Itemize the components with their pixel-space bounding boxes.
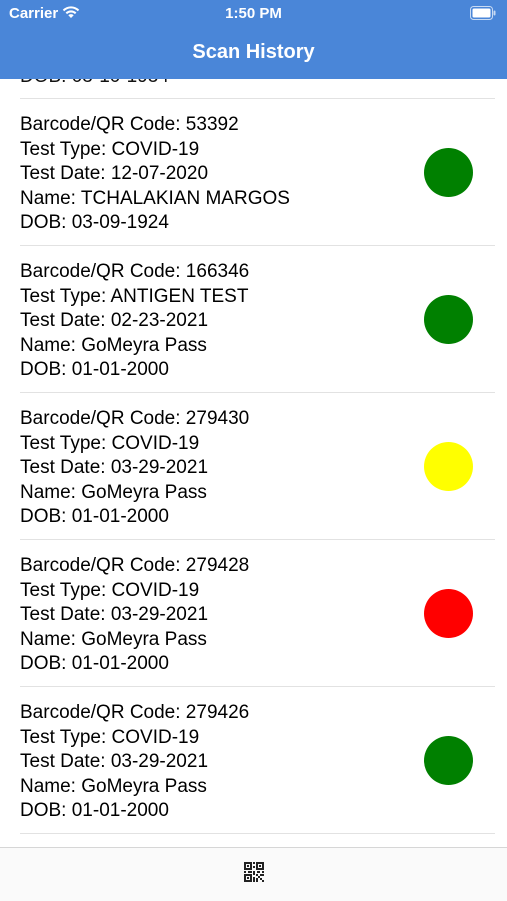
scan-record-row[interactable]: Barcode/QR Code: 166346 Test Type: ANTIG… bbox=[0, 246, 507, 393]
status-indicator-icon bbox=[424, 736, 473, 785]
name-text: Name: GoMeyra Pass bbox=[20, 481, 207, 503]
dob-text: DOB: 01-01-2000 bbox=[20, 359, 169, 380]
test-date-text: Test Date: 03-29-2021 bbox=[20, 751, 209, 772]
row-separator bbox=[20, 833, 495, 834]
scan-record-row[interactable]: Barcode/QR Code: 279426 Test Type: COVID… bbox=[0, 687, 507, 834]
test-type-text: Test Type: COVID-19 bbox=[20, 726, 200, 748]
scan-record-row[interactable]: Barcode/QR Code: 279430 Test Type: COVID… bbox=[0, 393, 507, 540]
page-title: Scan History bbox=[192, 41, 315, 63]
dob-text: DOB: 03-09-1924 bbox=[20, 212, 169, 233]
barcode-text: Barcode/QR Code: 279426 bbox=[20, 702, 250, 723]
test-type-text: Test Type: COVID-19 bbox=[20, 432, 200, 454]
status-indicator-icon bbox=[424, 589, 473, 638]
dob-text: DOB: 01-01-2000 bbox=[20, 506, 169, 527]
status-indicator-icon bbox=[424, 148, 473, 197]
dob-text: DOB: 01-01-2000 bbox=[20, 800, 169, 821]
scan-history-list[interactable]: DOB: 03-10-1934 Barcode/QR Code: 53392 T… bbox=[0, 79, 507, 847]
test-date-text: Test Date: 12-07-2020 bbox=[20, 163, 209, 184]
status-indicator-icon bbox=[424, 295, 473, 344]
test-date-text: Test Date: 03-29-2021 bbox=[20, 457, 209, 478]
barcode-text: Barcode/QR Code: 279430 bbox=[20, 408, 250, 429]
test-type-text: Test Type: COVID-19 bbox=[20, 138, 200, 160]
name-text: Name: GoMeyra Pass bbox=[20, 775, 207, 797]
status-bar: Carrier 1:50 PM bbox=[0, 0, 507, 30]
barcode-text: Barcode/QR Code: 279428 bbox=[20, 555, 250, 576]
barcode-text: Barcode/QR Code: 166346 bbox=[20, 261, 250, 282]
qr-code-icon[interactable] bbox=[244, 862, 264, 882]
barcode-text: Barcode/QR Code: 53392 bbox=[20, 114, 239, 135]
dob-text: DOB: 01-01-2000 bbox=[20, 653, 169, 674]
battery-icon bbox=[470, 6, 496, 20]
test-type-text: Test Type: ANTIGEN TEST bbox=[20, 285, 249, 307]
name-text: Name: GoMeyra Pass bbox=[20, 334, 207, 356]
test-type-text: Test Type: COVID-19 bbox=[20, 579, 200, 601]
test-date-text: Test Date: 02-23-2021 bbox=[20, 310, 209, 331]
scan-record-row[interactable]: Barcode/QR Code: 53392 Test Type: COVID-… bbox=[0, 99, 507, 246]
status-indicator-icon bbox=[424, 442, 473, 491]
test-date-text: Test Date: 03-29-2021 bbox=[20, 604, 209, 625]
scan-record-row[interactable]: Barcode/QR Code: 279428 Test Type: COVID… bbox=[0, 540, 507, 687]
name-text: Name: TCHALAKIAN MARGOS bbox=[20, 187, 290, 209]
name-text: Name: GoMeyra Pass bbox=[20, 628, 207, 650]
partial-dob-text: DOB: 03-10-1934 bbox=[20, 79, 169, 89]
status-time: 1:50 PM bbox=[225, 5, 282, 22]
navigation-bar: Carrier 1:50 PM Scan History bbox=[0, 0, 507, 79]
tab-bar bbox=[0, 847, 507, 901]
